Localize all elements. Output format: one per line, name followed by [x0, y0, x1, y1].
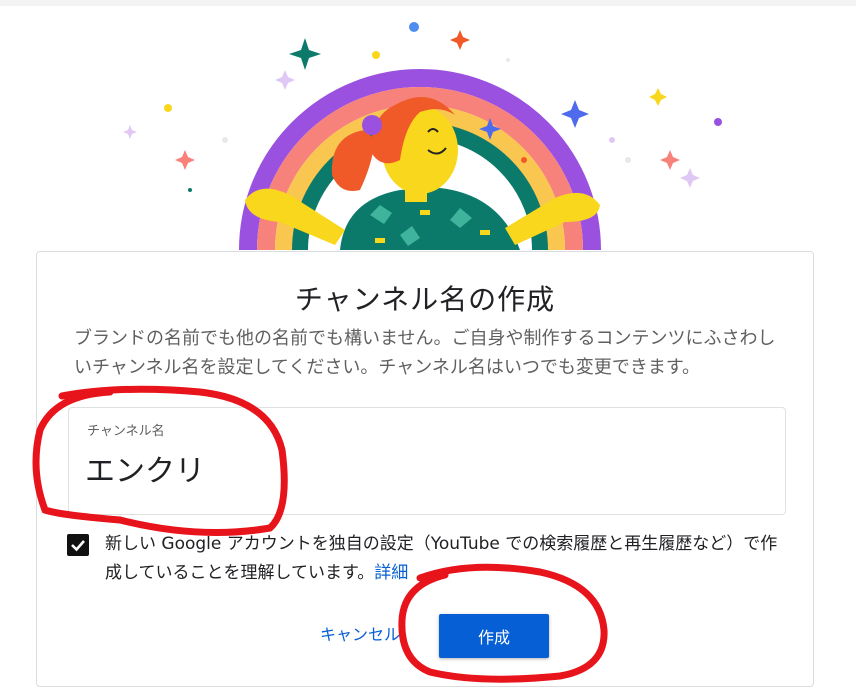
checkmark-icon — [71, 540, 85, 552]
dialog-description: ブランドの名前でも他の名前でも構いません。ご自身や制作するコンテンツにふさわしい… — [74, 328, 776, 378]
create-button[interactable]: 作成 — [439, 614, 549, 658]
consent-checkbox[interactable] — [67, 534, 89, 556]
learn-more-link[interactable]: 詳細 — [374, 563, 408, 583]
dialog-title: チャンネル名の作成 — [294, 283, 556, 316]
channel-name-input[interactable] — [85, 450, 685, 485]
rainbow-person-illustration — [123, 22, 722, 250]
consent-text-block: 新しい Google アカウントを独自の設定（YouTube での検索履歴と再生… — [105, 530, 785, 588]
channel-name-label: チャンネル名 — [87, 424, 165, 439]
channel-name-field[interactable]: チャンネル名 — [68, 407, 786, 515]
consent-text: 新しい Google アカウントを独自の設定（YouTube での検索履歴と再生… — [105, 534, 778, 583]
create-channel-dialog: チャンネル名の作成 ブランドの名前でも他の名前でも構いません。ご自身や制作するコ… — [36, 251, 814, 687]
cancel-button[interactable]: キャンセル — [310, 616, 410, 656]
